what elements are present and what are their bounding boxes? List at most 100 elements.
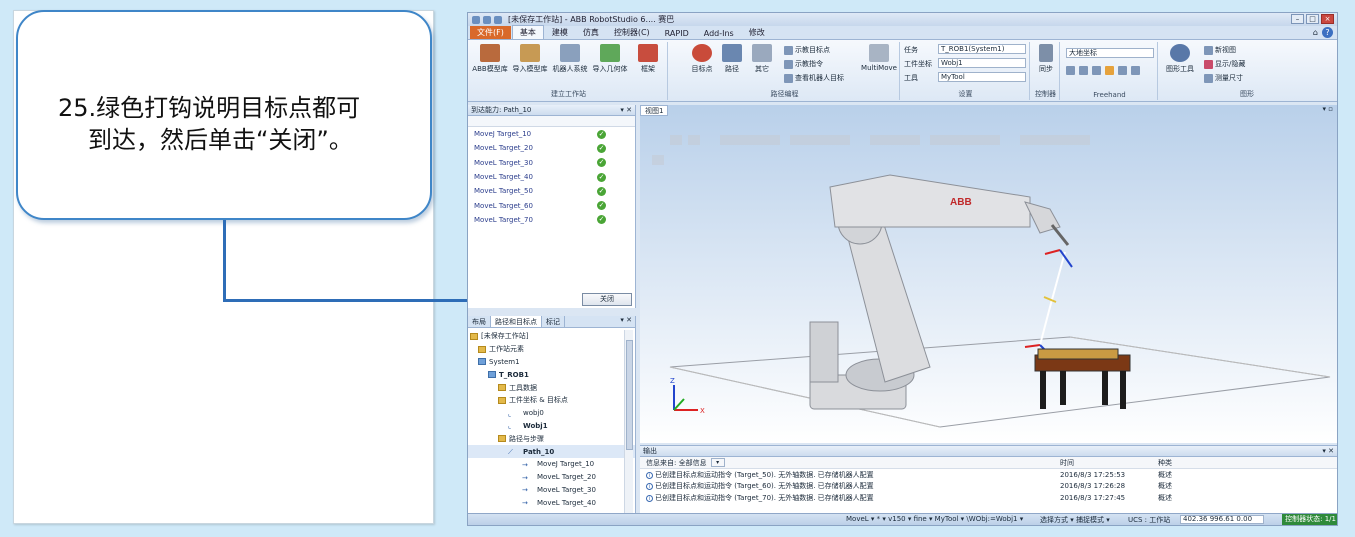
tree-item-workobjects[interactable]: 工件坐标 & 目标点 [468, 394, 635, 407]
tool-select[interactable]: MyTool [938, 72, 1026, 82]
save-icon[interactable] [472, 15, 480, 24]
teach-instruction-button[interactable]: 示教指令 [784, 59, 823, 69]
jog-reorient-icon[interactable] [1118, 66, 1127, 75]
view-toolbar-icon[interactable] [720, 135, 780, 145]
import-library-button[interactable]: 导入模型库 [512, 44, 548, 74]
multi-robot-jog-icon[interactable] [1131, 66, 1140, 75]
panel-pin-icon[interactable]: ▾ ✕ [1322, 446, 1334, 456]
tree-item-task[interactable]: T_ROB1 [468, 368, 635, 381]
table-row[interactable]: i 已创建目标点和运动指令 (Target_70). 无外轴数据. 已存储机器人配… [640, 492, 1337, 504]
tab-addins[interactable]: Add-Ins [697, 28, 741, 39]
view-toolbar-icon[interactable] [1020, 135, 1090, 145]
jog-linear-icon[interactable] [1105, 66, 1114, 75]
graphics-tools-button[interactable]: 图形工具 [1162, 44, 1198, 74]
table-leg [1102, 371, 1108, 405]
robot-scene[interactable]: ABB Z X [640, 117, 1337, 443]
robot-system-button[interactable]: 机器人系统 [552, 44, 588, 74]
measure-button[interactable]: 测量尺寸 [1204, 73, 1243, 83]
ribbon-minimize-icon[interactable]: ⌂ [1313, 28, 1318, 37]
panel-pin-icon[interactable]: ▾ ✕ [620, 316, 632, 324]
multimove-button[interactable]: MultiMove [860, 44, 898, 72]
3d-view[interactable]: 视图1 ▾ ▫ ABB Z X [640, 105, 1337, 443]
floor-grid [669, 336, 1331, 428]
view-robot-target-button[interactable]: 查看机器人目标 [784, 73, 844, 83]
tab-rapid[interactable]: RAPID [658, 28, 696, 39]
list-item: MoveL Target_20 ✓ [468, 141, 635, 155]
view-toolbar-icon[interactable] [870, 135, 920, 145]
tab-modify[interactable]: 修改 [742, 26, 772, 39]
view-toolbar-icon[interactable] [790, 135, 850, 145]
tree-item-wobj1[interactable]: ⌞ Wobj1 [468, 420, 635, 433]
teach-target-button[interactable]: 示教目标点 [784, 45, 830, 55]
selection-mode[interactable]: 选择方式 ▾ 捕捉模式 ▾ [1040, 515, 1110, 525]
view-toolbar-icon[interactable] [670, 135, 682, 145]
reference-frame-select[interactable]: 大地坐标 [1066, 48, 1154, 58]
tab-simulation[interactable]: 仿真 [576, 26, 606, 39]
sync-button[interactable]: 同步 [1028, 44, 1064, 74]
tree-item-station[interactable]: [未保存工作站] [468, 330, 635, 343]
maximize-button[interactable]: □ [1306, 14, 1319, 24]
jog-joint-icon[interactable] [1092, 66, 1101, 75]
show-hide-button[interactable]: 显示/隐藏 [1204, 59, 1245, 69]
status-bar: MoveL ▾ * ▾ v150 ▾ fine ▾ MyTool ▾ \WObj… [468, 513, 1337, 525]
tree-item-system[interactable]: System1 [468, 356, 635, 369]
view-robot-target-label: 查看机器人目标 [795, 74, 844, 82]
view-tab[interactable]: 视图1 [640, 105, 669, 116]
instruction-template[interactable]: MoveL ▾ * ▾ v150 ▾ fine ▾ MyTool ▾ \WObj… [846, 515, 1023, 523]
tree-item-path10[interactable]: ⟋ Path_10 [468, 445, 635, 458]
panel-pin-icon[interactable]: ▾ ✕ [620, 105, 632, 115]
scrollbar-thumb[interactable] [626, 340, 633, 450]
close-button[interactable]: 关闭 [582, 293, 632, 306]
move-icon[interactable] [1066, 66, 1075, 75]
help-icon[interactable]: ? [1322, 27, 1333, 38]
abb-library-button[interactable]: ABB模型库 [472, 44, 508, 74]
wobj-select[interactable]: Wobj1 [938, 58, 1026, 68]
import-library-label: 导入模型库 [512, 65, 548, 73]
filter-dropdown[interactable]: ▾ [710, 458, 725, 467]
view-toolbar-icon[interactable] [652, 155, 664, 165]
folder-icon [498, 396, 506, 404]
tab-paths-targets[interactable]: 路径和目标点 [491, 316, 542, 327]
tab-layout[interactable]: 布局 [468, 316, 491, 327]
tab-controller[interactable]: 控制器(C) [607, 26, 657, 39]
rotate-icon[interactable] [1079, 66, 1088, 75]
redo-icon[interactable] [494, 15, 502, 24]
tree-item-wobj0[interactable]: ⌞ wobj0 [468, 407, 635, 420]
output-header: 输出 ▾ ✕ [640, 446, 1337, 457]
tab-basic[interactable]: 基本 [511, 25, 544, 39]
output-message: 已创建目标点和运动指令 (Target_70). 无外轴数据. 已存储机器人配置 [655, 493, 874, 502]
tree-item-instruction[interactable]: → MoveL Target_20 [468, 471, 635, 484]
view-toolbar-icon[interactable] [688, 135, 700, 145]
robot-tool [1050, 224, 1070, 246]
frame-button[interactable]: 框架 [630, 44, 666, 74]
quick-access-toolbar[interactable] [472, 15, 502, 24]
tab-file[interactable]: 文件(F) [470, 26, 511, 39]
tab-modeling[interactable]: 建模 [545, 26, 575, 39]
tree-item-station-elements[interactable]: 工作站元素 [468, 343, 635, 356]
tree-item-instruction[interactable]: → MoveL Target_40 [468, 496, 635, 509]
import-geometry-button[interactable]: 导入几何体 [592, 44, 628, 74]
tree-scrollbar[interactable] [624, 330, 633, 522]
coordinate-readout: 402.36 996.61 0.00 [1180, 515, 1264, 524]
close-window-button[interactable]: × [1321, 14, 1334, 24]
group-label-controller: 控制器 [1035, 90, 1056, 98]
tree-item-instruction[interactable]: → MoveJ Target_10 [468, 458, 635, 471]
other-button[interactable]: 其它 [744, 44, 780, 74]
tab-tags[interactable]: 标记 [542, 316, 565, 327]
table-row[interactable]: i 已创建目标点和运动指令 (Target_60). 无外轴数据. 已存储机器人配… [640, 481, 1337, 493]
tree-item-instruction[interactable]: → MoveL Target_30 [468, 484, 635, 497]
view-pin-icon[interactable]: ▾ ▫ [1323, 105, 1333, 113]
tree-item-paths[interactable]: 路径与步骤 [468, 432, 635, 445]
workpiece-table[interactable] [1034, 348, 1131, 409]
task-select[interactable]: T_ROB1(System1) [938, 44, 1026, 54]
tree-item-tooldata[interactable]: 工具数据 [468, 381, 635, 394]
view-toolbar-icon[interactable] [930, 135, 1000, 145]
undo-icon[interactable] [483, 15, 491, 24]
info-icon: i [646, 471, 653, 479]
frame-icon: ⌞ [508, 409, 512, 418]
tree-item-label: MoveL Target_40 [537, 498, 596, 507]
robot-model[interactable]: ABB [809, 174, 1070, 410]
table-row[interactable]: i 已创建目标点和运动指令 (Target_50). 无外轴数据. 已存储机器人配… [640, 469, 1337, 481]
minimize-button[interactable]: – [1291, 14, 1304, 24]
new-view-button[interactable]: 新视图 [1204, 45, 1236, 55]
